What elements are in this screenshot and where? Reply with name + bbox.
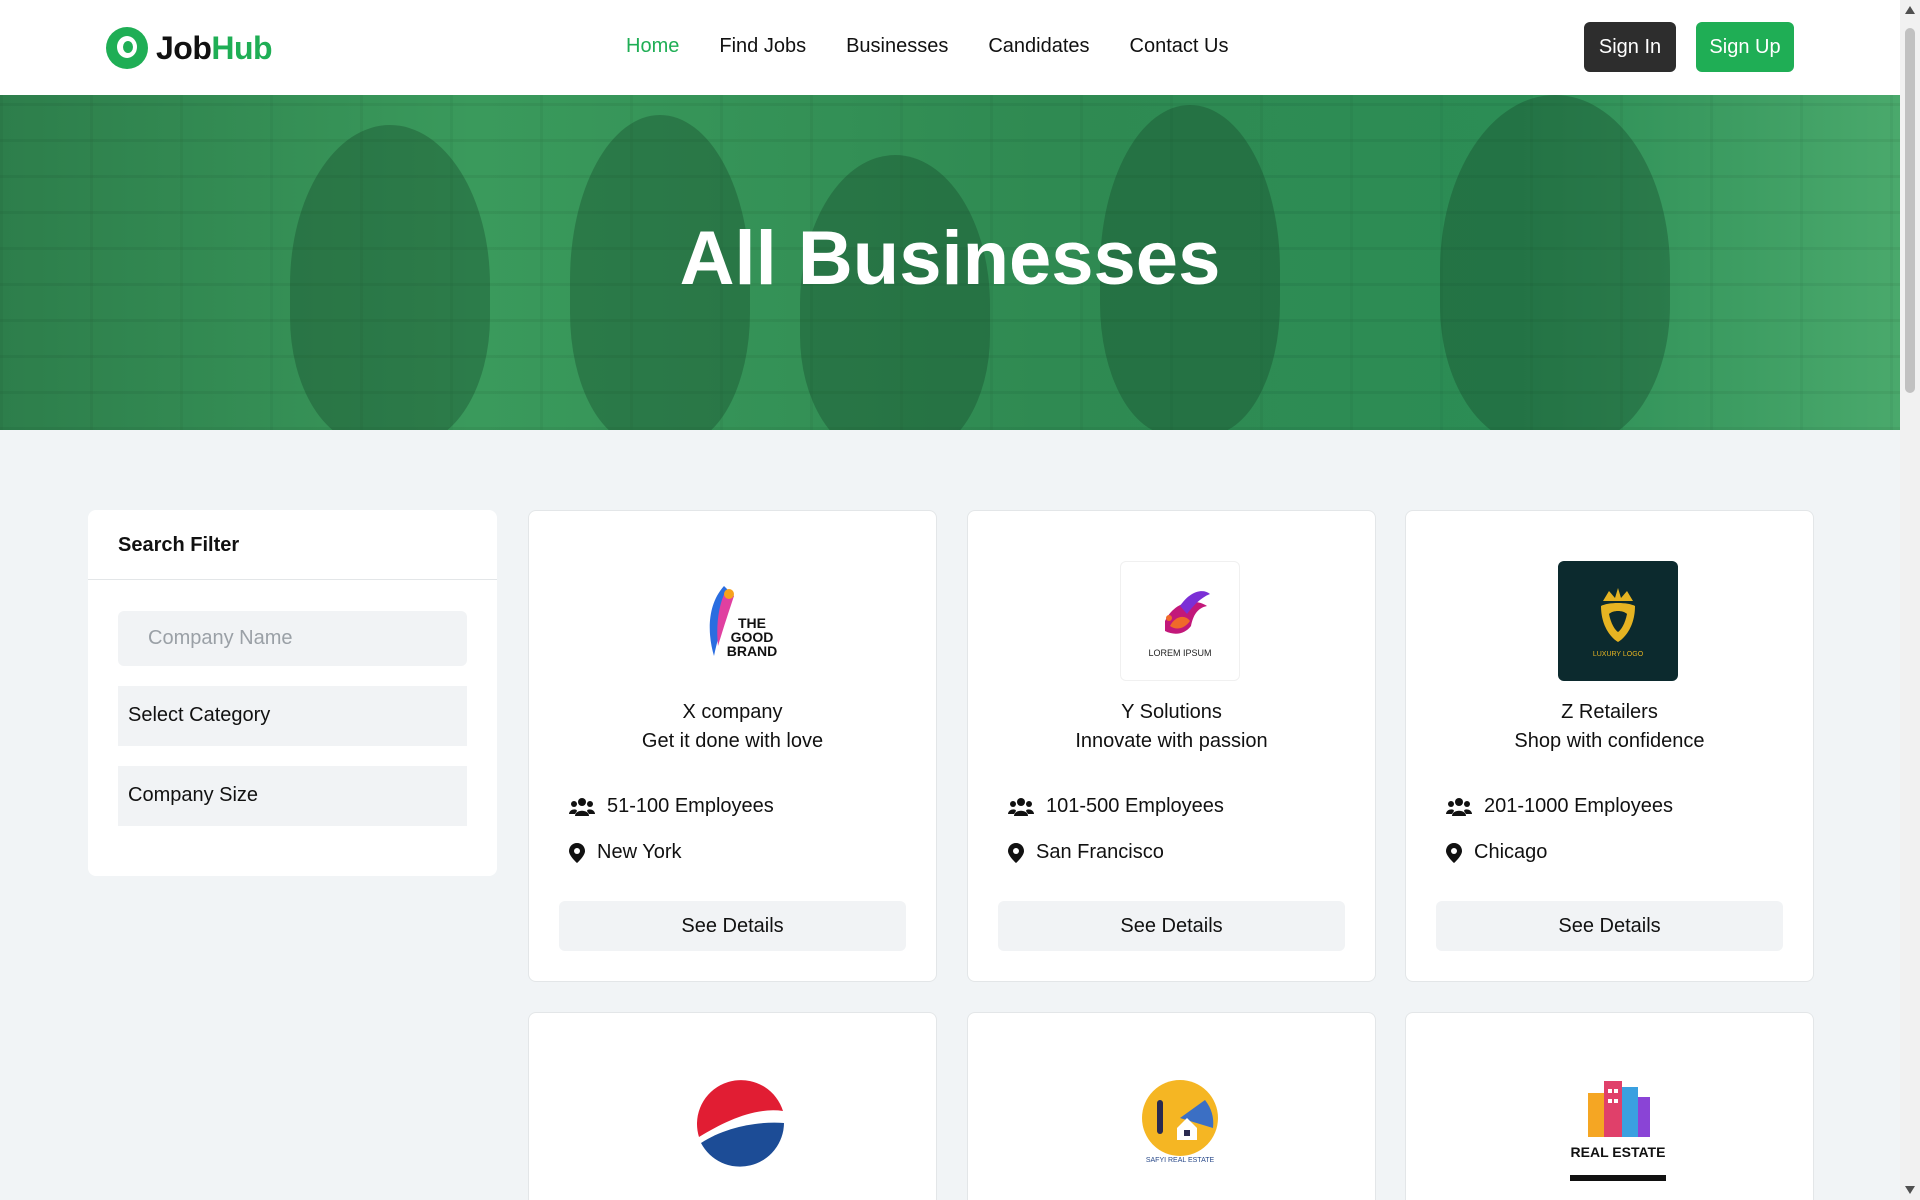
business-card: SAFYI REAL ESTATE xyxy=(967,1012,1376,1200)
svg-text:LUXURY LOGO: LUXURY LOGO xyxy=(1593,651,1644,658)
location-row: Chicago xyxy=(1446,841,1547,864)
location-row: New York xyxy=(569,841,682,864)
category-select[interactable]: Select Category xyxy=(118,686,467,746)
company-logo xyxy=(681,1063,801,1183)
bird-logo-icon: LOREM IPSUM xyxy=(1148,591,1212,658)
sign-up-button[interactable]: Sign Up xyxy=(1696,22,1794,72)
employees-row: 51-100 Employees xyxy=(569,795,774,818)
lion-logo-icon: LUXURY LOGO xyxy=(1593,588,1644,658)
company-location: New York xyxy=(597,841,682,863)
company-logo: SAFYI REAL ESTATE xyxy=(1120,1063,1240,1183)
users-icon xyxy=(1008,797,1034,816)
scroll-up-arrow-icon[interactable] xyxy=(1905,6,1915,14)
see-details-button[interactable]: See Details xyxy=(1436,901,1783,951)
company-name-input[interactable] xyxy=(118,611,467,666)
company-size-select[interactable]: Company Size xyxy=(118,766,467,826)
business-card: REAL ESTATE xyxy=(1405,1012,1814,1200)
company-name: Z Retailers xyxy=(1561,701,1658,723)
buildings-logo-icon: REAL ESTATE xyxy=(1570,1081,1666,1181)
logo-icon xyxy=(106,27,148,69)
business-card xyxy=(528,1012,937,1200)
nav-businesses[interactable]: Businesses xyxy=(846,35,948,58)
brand-logo[interactable]: JobHub xyxy=(106,27,273,69)
company-location: Chicago xyxy=(1474,841,1548,863)
site-header: JobHub Home Find Jobs Businesses Candida… xyxy=(0,0,1900,95)
real-estate-logo-icon: SAFYI REAL ESTATE xyxy=(1142,1080,1218,1164)
users-icon xyxy=(1446,797,1472,816)
company-name: X company xyxy=(682,701,783,723)
main-nav: Home Find Jobs Businesses Candidates Con… xyxy=(626,35,1228,58)
company-location: San Francisco xyxy=(1036,841,1164,863)
map-pin-icon xyxy=(1446,842,1462,863)
nav-find-jobs[interactable]: Find Jobs xyxy=(719,35,806,58)
map-pin-icon xyxy=(569,842,585,863)
svg-text:SAFYI REAL ESTATE: SAFYI REAL ESTATE xyxy=(1146,1157,1215,1164)
location-row: San Francisco xyxy=(1008,841,1164,864)
hero-banner: All Businesses xyxy=(0,95,1900,430)
feather-logo-icon: THE GOOD BRAND xyxy=(709,586,778,659)
employee-count: 101-500 Employees xyxy=(1046,795,1224,817)
pepsi-logo-icon xyxy=(696,1079,785,1167)
employee-count: 201-1000 Employees xyxy=(1484,795,1674,817)
page-title: All Businesses xyxy=(679,216,1221,301)
business-card: LOREM IPSUM Y Solutions Innovate with pa… xyxy=(967,510,1376,982)
employees-row: 201-1000 Employees xyxy=(1446,795,1673,818)
see-details-button[interactable]: See Details xyxy=(998,901,1345,951)
users-icon xyxy=(569,797,595,816)
brand-part-hub: Hub xyxy=(211,29,273,66)
company-tagline: Innovate with passion xyxy=(1075,730,1268,752)
business-card: THE GOOD BRAND X company Get it done wit… xyxy=(528,510,937,982)
company-logo: REAL ESTATE xyxy=(1558,1063,1678,1183)
nav-home[interactable]: Home xyxy=(626,35,679,58)
scroll-down-arrow-icon[interactable] xyxy=(1905,1186,1915,1194)
company-logo: LUXURY LOGO xyxy=(1558,561,1678,681)
nav-candidates[interactable]: Candidates xyxy=(988,35,1089,58)
nav-contact-us[interactable]: Contact Us xyxy=(1130,35,1229,58)
page-scrollbar[interactable] xyxy=(1900,0,1920,1200)
filter-title: Search Filter xyxy=(88,510,497,580)
company-tagline: Shop with confidence xyxy=(1514,730,1705,752)
employees-row: 101-500 Employees xyxy=(1008,795,1224,818)
brand-name: JobHub xyxy=(156,29,273,67)
scroll-thumb[interactable] xyxy=(1905,28,1915,393)
employee-count: 51-100 Employees xyxy=(607,795,774,817)
brand-part-job: Job xyxy=(156,29,212,66)
see-details-button[interactable]: See Details xyxy=(559,901,906,951)
company-logo: THE GOOD BRAND xyxy=(681,561,801,681)
sign-in-button[interactable]: Sign In xyxy=(1584,22,1676,72)
svg-text:REAL ESTATE: REAL ESTATE xyxy=(1571,1144,1666,1160)
map-pin-icon xyxy=(1008,842,1024,863)
company-name: Y Solutions xyxy=(1121,701,1222,723)
svg-text:BRAND: BRAND xyxy=(727,643,778,659)
search-filter-panel: Search Filter Select Category Company Si… xyxy=(88,510,497,876)
svg-text:LOREM IPSUM: LOREM IPSUM xyxy=(1148,648,1211,658)
business-card: LUXURY LOGO Z Retailers Shop with confid… xyxy=(1405,510,1814,982)
company-tagline: Get it done with love xyxy=(641,730,824,752)
company-logo: LOREM IPSUM xyxy=(1120,561,1240,681)
